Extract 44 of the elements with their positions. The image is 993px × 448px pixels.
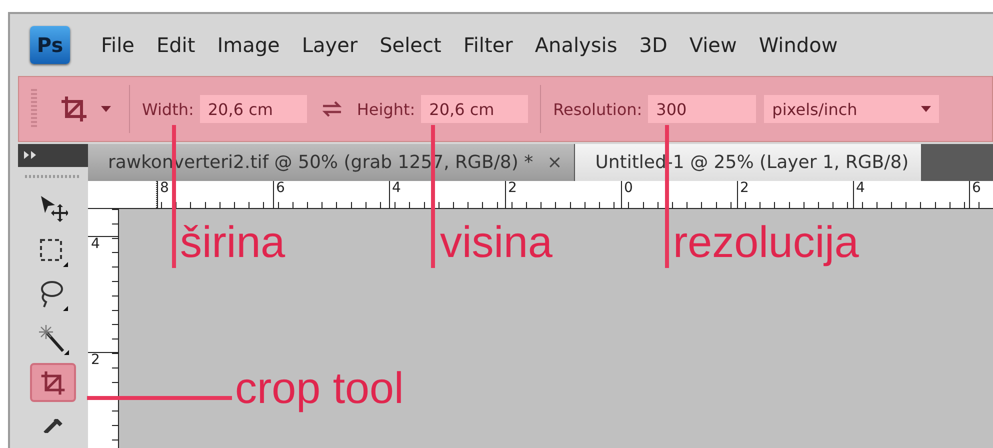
ruler-number: 0 (624, 180, 633, 196)
crop-icon (59, 94, 89, 124)
annotation-label: rezolucija (673, 218, 859, 268)
height-field[interactable]: 20,6 cm (421, 95, 528, 123)
annotation-label: crop tool (235, 364, 404, 414)
ruler-number: 8 (160, 180, 169, 196)
ruler-number: 4 (91, 236, 100, 252)
crop-icon (39, 368, 67, 397)
menu-item[interactable]: Filter (452, 33, 524, 57)
menu-item[interactable]: Window (748, 33, 849, 57)
resolution-field[interactable]: 300 (648, 95, 756, 123)
app-logo: Ps (30, 26, 70, 64)
eyedropper-icon (41, 419, 65, 434)
lasso-icon (38, 279, 68, 312)
menu-item[interactable]: Layer (290, 33, 369, 57)
ruler-number: 2 (508, 180, 517, 196)
width-field[interactable]: 20,6 cm (200, 95, 307, 123)
annotation-label: visina (440, 218, 552, 268)
expand-icon[interactable] (24, 151, 38, 160)
ruler-number: 4 (392, 180, 401, 196)
caret-icon[interactable] (101, 106, 111, 112)
ruler-number: 2 (740, 180, 749, 196)
menu-item[interactable]: Select (368, 33, 452, 57)
menu-item[interactable]: 3D (628, 33, 678, 57)
height-label: Height: (356, 100, 416, 118)
menu-item[interactable]: File (90, 33, 146, 57)
close-icon[interactable]: × (547, 152, 562, 173)
magic-wand-icon (37, 322, 69, 355)
menu-item[interactable]: Edit (145, 33, 206, 57)
ruler-number: 2 (91, 352, 100, 368)
resolution-label: Resolution: (553, 100, 642, 118)
marquee-icon (38, 236, 68, 267)
ruler-number: 6 (276, 180, 285, 196)
ruler-number: 6 (972, 180, 981, 196)
swap-arrows-icon[interactable] (320, 101, 343, 117)
unit-dropdown[interactable]: pixels/inch (764, 95, 940, 123)
tool-button[interactable] (30, 362, 76, 402)
annotation-label: širina (180, 218, 286, 268)
arrow-move-icon (38, 194, 68, 222)
ruler-number: 4 (856, 180, 865, 196)
menu-item[interactable]: Image (206, 33, 291, 57)
width-label: Width: (142, 100, 194, 118)
menu-item[interactable]: Analysis (524, 33, 628, 57)
menu-item[interactable]: View (678, 33, 748, 57)
